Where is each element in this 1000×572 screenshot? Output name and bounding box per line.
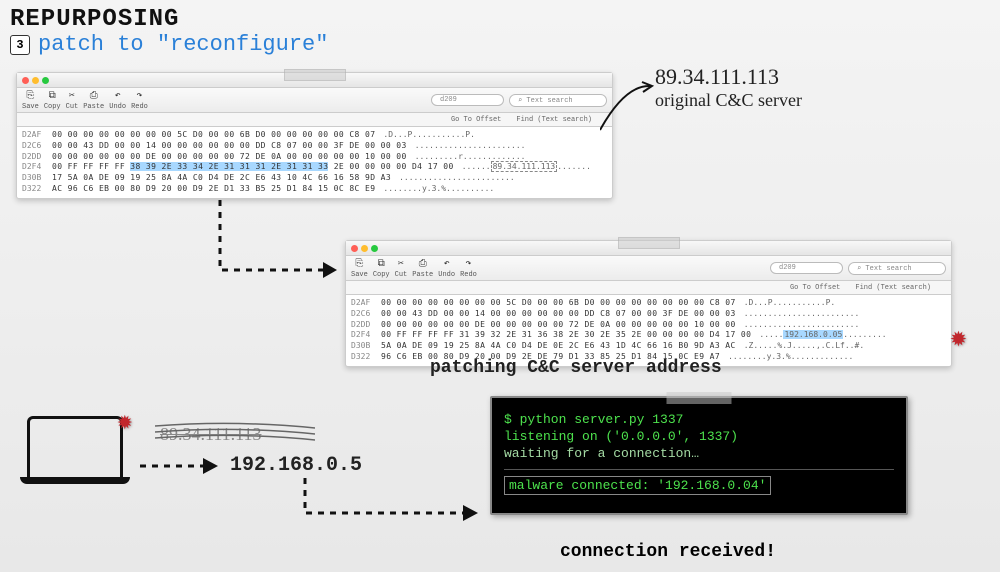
terminal-listen: listening on ('0.0.0.0', 1337) bbox=[504, 429, 894, 444]
highlighted-original-ip-ascii: 89.34.111.113 bbox=[491, 161, 558, 172]
highlighted-original-ip-hex: 38 39 2E 33 34 2E 31 31 31 2E 31 31 33 bbox=[130, 162, 328, 171]
find-label: Find (Text search) bbox=[516, 116, 592, 124]
copy-button[interactable]: ⧉Copy bbox=[373, 258, 390, 279]
flow-arrow-1-icon bbox=[215, 200, 345, 285]
original-ip-annotation: 89.34.111.113 original C&C server bbox=[655, 64, 802, 111]
flow-arrow-3-icon bbox=[300, 478, 485, 533]
redo-button[interactable]: ↷Redo bbox=[131, 90, 148, 111]
cut-button[interactable]: ✂Cut bbox=[66, 90, 79, 111]
bullet-number: 3 bbox=[10, 35, 30, 55]
tape-decoration bbox=[667, 392, 732, 404]
virus-icon: ✹ bbox=[950, 320, 967, 355]
hex-content: D2AF00 00 00 00 00 00 00 00 5C D0 00 00 … bbox=[346, 295, 951, 366]
offset-input[interactable]: d209 bbox=[770, 262, 843, 274]
old-ip-crossed: 89.34.111.113 bbox=[160, 424, 262, 445]
minimize-dot-icon[interactable] bbox=[32, 77, 39, 84]
go-to-offset-label: Go To Offset bbox=[790, 284, 840, 292]
tape-decoration bbox=[284, 69, 346, 81]
paste-button[interactable]: ⎙Paste bbox=[412, 258, 433, 279]
subtitle: patch to "reconfigure" bbox=[38, 32, 328, 57]
terminal-window: $ python server.py 1337 listening on ('0… bbox=[490, 396, 908, 515]
redo-button[interactable]: ↷Redo bbox=[460, 258, 477, 279]
laptop-icon bbox=[20, 416, 130, 496]
connection-caption: connection received! bbox=[560, 542, 776, 562]
toolbar: ⎘Save ⧉Copy ✂Cut ⎙Paste ↶Undo ↷Redo d209… bbox=[346, 256, 951, 281]
highlighted-patched-ip-ascii: 192.168.0.05 bbox=[783, 330, 843, 339]
page-title: REPURPOSING bbox=[10, 6, 179, 33]
find-label: Find (Text search) bbox=[855, 284, 931, 292]
minimize-dot-icon[interactable] bbox=[361, 245, 368, 252]
arrow-to-annotation-icon bbox=[600, 80, 655, 135]
zoom-dot-icon[interactable] bbox=[42, 77, 49, 84]
go-to-offset-label: Go To Offset bbox=[451, 116, 501, 124]
text-search-input[interactable]: ⌕ Text search bbox=[509, 94, 607, 107]
offset-input[interactable]: d209 bbox=[431, 94, 504, 106]
terminal-cmd: $ python server.py 1337 bbox=[504, 412, 894, 427]
undo-button[interactable]: ↶Undo bbox=[109, 90, 126, 111]
copy-button[interactable]: ⧉Copy bbox=[44, 90, 61, 111]
terminal-wait: waiting for a connection… bbox=[504, 446, 894, 461]
flow-arrow-2-icon bbox=[140, 456, 225, 476]
patching-caption: patching C&C server address bbox=[430, 358, 722, 378]
hex-editor-window-patched: ⎘Save ⧉Copy ✂Cut ⎙Paste ↶Undo ↷Redo d209… bbox=[345, 240, 952, 367]
text-search-input[interactable]: ⌕ Text search bbox=[848, 262, 946, 275]
close-dot-icon[interactable] bbox=[351, 245, 358, 252]
zoom-dot-icon[interactable] bbox=[371, 245, 378, 252]
paste-button[interactable]: ⎙Paste bbox=[83, 90, 104, 111]
hex-content: D2AF00 00 00 00 00 00 00 00 5C D0 00 00 … bbox=[17, 127, 612, 198]
close-dot-icon[interactable] bbox=[22, 77, 29, 84]
save-button[interactable]: ⎘Save bbox=[351, 258, 368, 279]
save-button[interactable]: ⎘Save bbox=[22, 90, 39, 111]
toolbar: ⎘Save ⧉Copy ✂Cut ⎙Paste ↶Undo ↷Redo d209… bbox=[17, 88, 612, 113]
terminal-connected: malware connected: '192.168.0.04' bbox=[504, 476, 771, 495]
virus-icon: ✹ bbox=[117, 406, 133, 437]
cut-button[interactable]: ✂Cut bbox=[395, 258, 408, 279]
undo-button[interactable]: ↶Undo bbox=[438, 258, 455, 279]
hex-editor-window-original: ⎘Save ⧉Copy ✂Cut ⎙Paste ↶Undo ↷Redo d209… bbox=[16, 72, 613, 199]
new-ip-label: 192.168.0.5 bbox=[230, 454, 362, 477]
tape-decoration bbox=[618, 237, 680, 249]
